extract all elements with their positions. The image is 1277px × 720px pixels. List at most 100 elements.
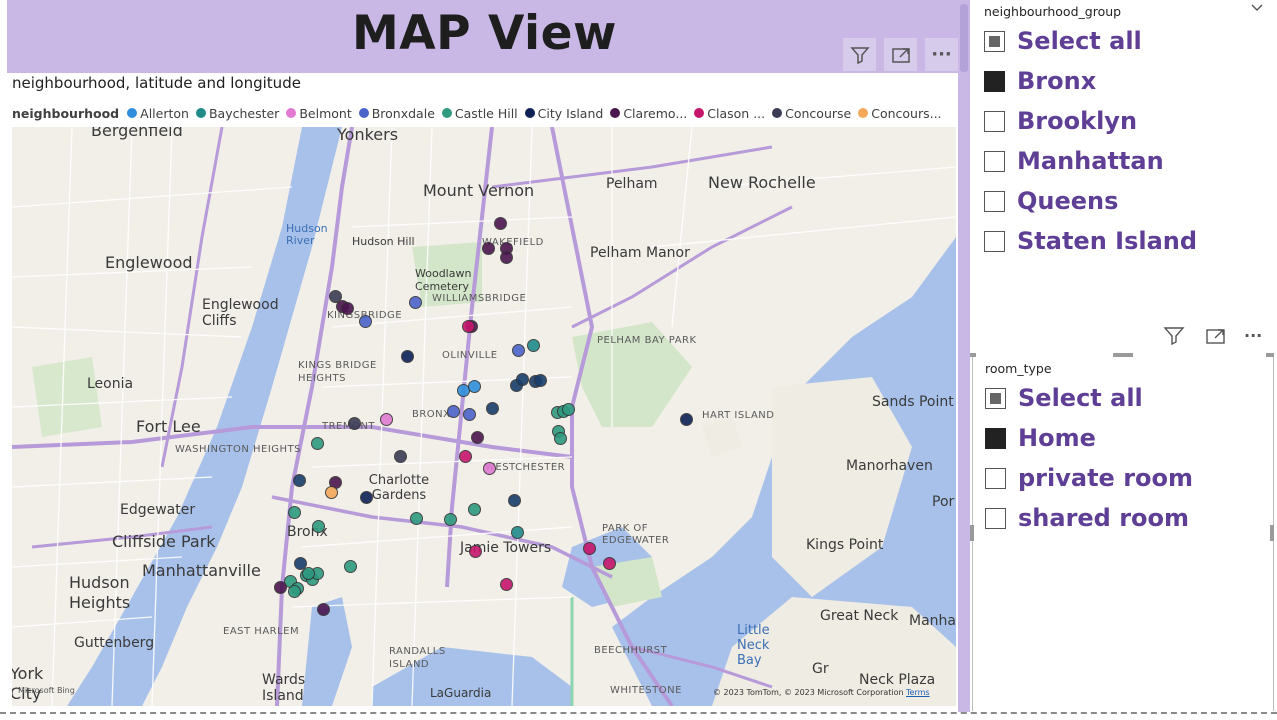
legend-item[interactable]: Concourse [772,106,851,121]
map-point[interactable] [486,402,499,415]
slicer-option[interactable]: Select all [985,378,1193,418]
map-label-bergenfield: Bergenfield [91,127,183,140]
map-point[interactable] [312,520,325,533]
map-point[interactable] [603,557,616,570]
checkbox[interactable] [984,150,1005,172]
map-point[interactable] [468,380,481,393]
slicer-option[interactable]: Bronx [984,61,1197,101]
map-point[interactable] [512,344,525,357]
legend-item[interactable]: Baychester [195,106,279,121]
slicer-option[interactable]: Home [985,418,1193,458]
checkbox[interactable] [985,467,1006,489]
map-point[interactable] [562,403,575,416]
map-point[interactable] [359,315,372,328]
map-point[interactable] [410,512,423,525]
map-point[interactable] [494,217,507,230]
map-point[interactable] [511,526,524,539]
map-label-bronx-area: BRONX [412,409,451,420]
slicer-option[interactable]: Queens [984,181,1197,221]
map-point[interactable] [288,585,301,598]
legend-item[interactable]: Clason ... [694,106,765,121]
slicer-option[interactable]: Brooklyn [984,101,1197,141]
map-point[interactable] [394,450,407,463]
terms-link[interactable]: Terms [906,688,930,697]
checkbox[interactable] [984,190,1005,212]
map-label-olinville: OLINVILLE [442,350,498,361]
map-point[interactable] [360,491,373,504]
slicer-option[interactable]: Staten Island [984,221,1197,261]
checkbox[interactable] [984,70,1005,92]
legend-item[interactable]: Bronxdale [358,106,435,121]
map-point[interactable] [344,560,357,573]
checkbox[interactable] [984,30,1005,52]
map-point[interactable] [500,578,513,591]
focus-mode-button[interactable] [884,38,917,71]
map-point[interactable] [317,603,330,616]
map-point[interactable] [471,431,484,444]
focus-mode-icon[interactable] [1205,326,1227,346]
map-point[interactable] [462,320,475,333]
map-point[interactable] [468,503,481,516]
filter-button[interactable] [843,38,876,71]
map-point[interactable] [500,251,513,264]
map-point[interactable] [680,413,693,426]
map-point[interactable] [444,513,457,526]
legend-item[interactable]: Allerton [127,106,189,121]
map-point[interactable] [554,432,567,445]
legend-item[interactable]: Claremo... [610,106,687,121]
slicer-option[interactable]: Select all [984,21,1197,61]
map-point[interactable] [463,408,476,421]
funnel-icon[interactable] [1163,326,1185,346]
legend-item[interactable]: Castle Hill [441,106,518,121]
map-canvas[interactable]: Bergenfield Yonkers Mount Vernon Pelham … [12,127,956,706]
map-point[interactable] [583,542,596,555]
map-point[interactable] [516,373,529,386]
map-point[interactable] [302,567,315,580]
map-label-mount-vernon: Mount Vernon [423,181,535,200]
map-point[interactable] [293,474,306,487]
map-point[interactable] [325,486,338,499]
map-point[interactable] [459,450,472,463]
map-point[interactable] [508,494,521,507]
slicer-option[interactable]: private room [985,458,1193,498]
slicer-option[interactable]: shared room [985,498,1193,538]
resize-handle-right[interactable] [1270,525,1274,541]
canvas-scrollbar-thumb[interactable] [960,4,968,72]
legend-item[interactable]: City Island [524,106,603,121]
resize-handle-top-right[interactable] [1266,353,1274,357]
map-point[interactable] [341,302,354,315]
resize-handle-left[interactable] [970,525,974,541]
checkbox[interactable] [984,110,1005,132]
checkbox[interactable] [985,427,1006,449]
checkbox[interactable] [984,230,1005,252]
map-point[interactable] [288,506,301,519]
canvas-scrollbar[interactable] [958,0,970,712]
more-options-button[interactable]: ··· [925,38,958,71]
map-point[interactable] [534,374,547,387]
map-point[interactable] [447,405,460,418]
map-label-neck-plaza: Neck Plaza [859,672,936,688]
map-point[interactable] [483,462,496,475]
legend-item[interactable]: Belmont [286,106,352,121]
checkbox[interactable] [985,387,1006,409]
map-point[interactable] [482,242,495,255]
map-point[interactable] [409,296,422,309]
resize-handle-top-left[interactable] [970,353,976,357]
map-point[interactable] [401,350,414,363]
map-point[interactable] [469,545,482,558]
map-label-whitestone: WHITESTONE [610,685,682,696]
map-point[interactable] [348,417,361,430]
page-bottom-border [0,712,1277,714]
map-point[interactable] [311,437,324,450]
chevron-down-icon[interactable] [1251,4,1263,12]
slicer-more-options-button[interactable]: ··· [1244,326,1262,345]
resize-handle-top[interactable] [1113,353,1133,357]
slicer-option[interactable]: Manhattan [984,141,1197,181]
map-point[interactable] [380,413,393,426]
slicer-option-label: Queens [1017,187,1119,215]
map-legend: neighbourhood Allerton Baychester Belmont B… [12,104,947,122]
map-point[interactable] [274,581,287,594]
legend-item[interactable]: Concours... [858,106,942,121]
checkbox[interactable] [985,507,1006,529]
map-point[interactable] [527,339,540,352]
